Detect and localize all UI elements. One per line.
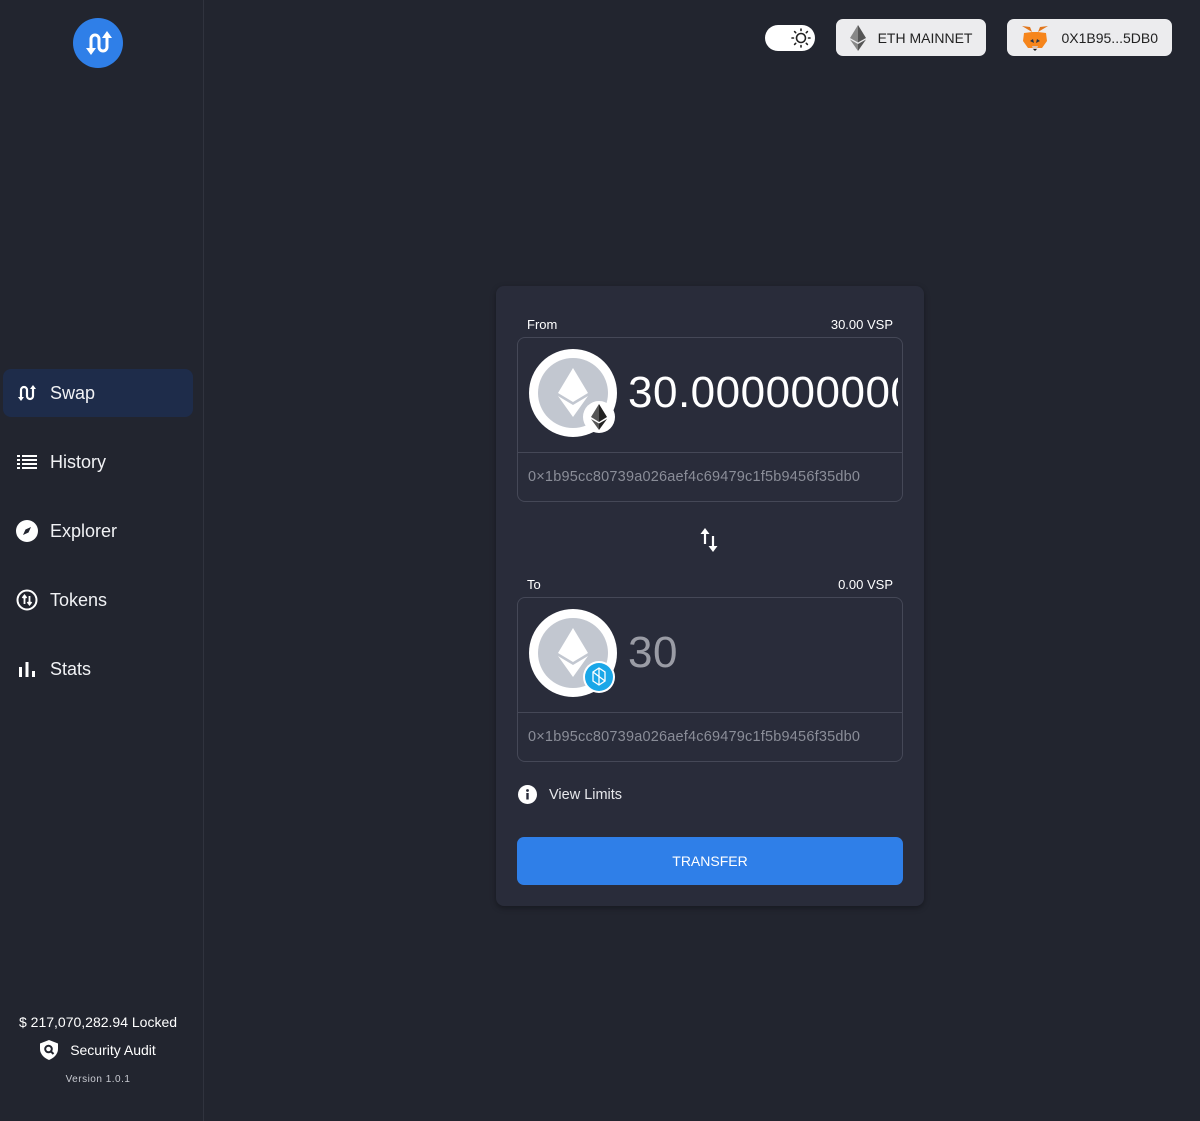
security-audit-link[interactable]: Security Audit <box>0 1040 196 1060</box>
token-exchange-icon <box>16 589 38 611</box>
sidebar-item-label: Stats <box>50 658 92 679</box>
sidebar-item-history[interactable]: History <box>3 438 193 486</box>
shield-search-icon <box>40 1040 59 1060</box>
top-bar: ETH MAINNET 0X1B95...5DB0 <box>764 19 1172 56</box>
to-balance: 0.00 VSP <box>838 577 893 592</box>
view-limits-link[interactable]: View Limits <box>518 785 622 804</box>
sidebar-item-label: Tokens <box>50 589 108 610</box>
transfer-button[interactable]: TRANSFER <box>517 837 903 885</box>
metamask-fox-icon <box>1022 25 1049 51</box>
to-amount-input[interactable] <box>628 628 898 678</box>
sidebar-footer: $ 217,070,282.94 Locked Security Audit V… <box>0 1014 196 1085</box>
network-selector[interactable]: ETH MAINNET <box>835 19 987 56</box>
sidebar-item-label: Swap <box>50 382 96 403</box>
wallet-address: 0X1B95...5DB0 <box>1061 29 1158 46</box>
to-label: To <box>527 577 541 592</box>
to-address: 0×1b95cc80739a026aef4c69479c1f5b9456f35d… <box>528 729 861 745</box>
network-label: ETH MAINNET <box>877 29 973 46</box>
info-icon <box>518 785 537 804</box>
bar-chart-icon <box>16 658 38 680</box>
sidebar-nav: Swap History Explorer Tokens Stats <box>3 369 193 714</box>
sidebar-item-swap[interactable]: Swap <box>3 369 193 417</box>
from-token-box: 0×1b95cc80739a026aef4c69479c1f5b9456f35d… <box>517 337 903 502</box>
list-icon <box>16 451 38 473</box>
from-amount-input[interactable] <box>628 368 898 418</box>
ethereum-icon <box>849 24 866 51</box>
total-value-locked: $ 217,070,282.94 Locked <box>18 1014 178 1030</box>
to-header: To 0.00 VSP <box>527 577 893 592</box>
sidebar-item-tokens[interactable]: Tokens <box>3 576 193 624</box>
from-header: From 30.00 VSP <box>527 317 893 332</box>
sidebar-item-stats[interactable]: Stats <box>3 645 193 693</box>
sun-icon <box>790 27 811 48</box>
to-token-box: 0×1b95cc80739a026aef4c69479c1f5b9456f35d… <box>517 597 903 762</box>
from-address: 0×1b95cc80739a026aef4c69479c1f5b9456f35d… <box>528 469 861 485</box>
wallet-button[interactable]: 0X1B95...5DB0 <box>1007 19 1172 56</box>
app-version: Version 1.0.1 <box>65 1074 131 1085</box>
app-logo[interactable] <box>73 18 123 68</box>
swap-logo-icon <box>86 31 112 55</box>
token-selector-from[interactable] <box>528 348 618 438</box>
sidebar-item-label: Explorer <box>50 520 118 541</box>
theme-toggle[interactable] <box>764 24 815 51</box>
security-audit-label: Security Audit <box>70 1042 156 1058</box>
swap-direction-button[interactable] <box>699 527 721 553</box>
swap-icon <box>16 382 38 404</box>
swap-arrows-icon <box>700 528 718 552</box>
view-limits-label: View Limits <box>549 786 623 803</box>
from-label: From <box>527 317 558 332</box>
sidebar-item-label: History <box>50 451 107 472</box>
sidebar: Swap History Explorer Tokens Stats $ 217… <box>0 0 204 1121</box>
token-selector-to[interactable] <box>528 608 618 698</box>
swap-card: From 30.00 VSP 0×1b95cc80739a026aef4c694… <box>496 286 924 906</box>
compass-icon <box>16 520 38 542</box>
from-balance: 30.00 VSP <box>830 317 893 332</box>
sidebar-item-explorer[interactable]: Explorer <box>3 507 193 555</box>
